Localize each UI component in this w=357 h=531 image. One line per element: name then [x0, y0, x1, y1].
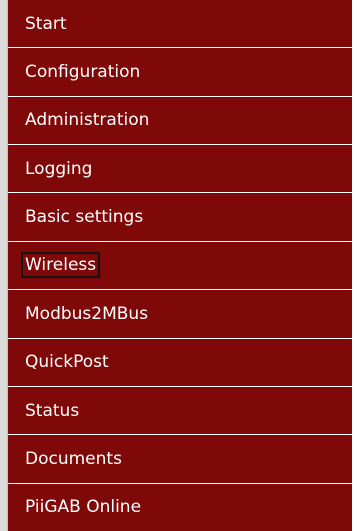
nav-item-label: Documents: [25, 448, 122, 469]
nav-item-label: Start: [25, 13, 67, 34]
nav-item-documents[interactable]: Documents: [8, 435, 352, 484]
nav-item-quickpost[interactable]: QuickPost: [8, 338, 352, 387]
nav-item-label: Configuration: [25, 62, 141, 83]
nav-menu: Start Configuration Administration Loggi…: [8, 0, 352, 531]
nav-item-label: Logging: [25, 158, 93, 179]
navigation-panel: Start Configuration Administration Loggi…: [0, 0, 357, 531]
nav-item-start[interactable]: Start: [8, 0, 352, 49]
nav-item-label: Modbus2MBus: [25, 303, 149, 324]
nav-item-label: Wireless: [20, 252, 101, 279]
nav-item-label: Status: [25, 400, 80, 421]
nav-item-status[interactable]: Status: [8, 386, 352, 436]
left-border-rule: [0, 0, 8, 531]
nav-item-configuration[interactable]: Configuration: [8, 48, 352, 97]
nav-item-piigab-online[interactable]: PiiGAB Online: [8, 483, 352, 531]
nav-item-logging[interactable]: Logging: [8, 145, 352, 194]
nav-item-label: QuickPost: [25, 352, 109, 373]
nav-item-administration[interactable]: Administration: [8, 96, 352, 146]
nav-item-wireless[interactable]: Wireless: [8, 241, 352, 291]
nav-item-label: Administration: [25, 110, 150, 131]
nav-item-label: PiiGAB Online: [25, 497, 142, 518]
nav-item-basic-settings[interactable]: Basic settings: [8, 193, 352, 242]
nav-item-modbus2mbus[interactable]: Modbus2MBus: [8, 290, 352, 339]
nav-item-label: Basic settings: [25, 207, 144, 228]
